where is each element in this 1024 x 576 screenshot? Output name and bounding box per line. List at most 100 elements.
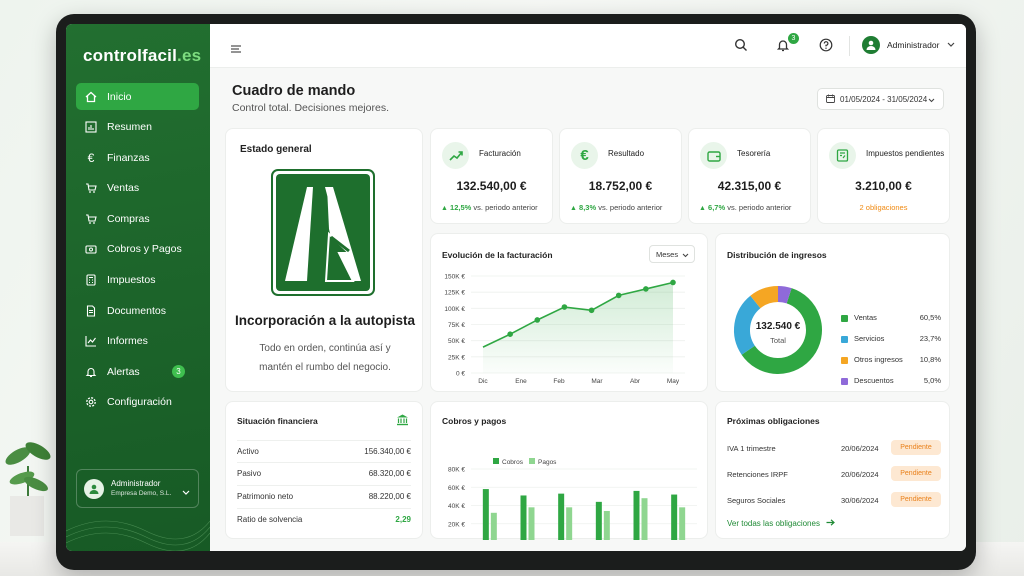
estado-message: Incorporación a la autopista: [234, 313, 416, 328]
legend-label: Otros ingresos: [854, 355, 903, 364]
y-tick-label: 40K €: [448, 503, 465, 510]
legend-item: Servicios 23,7%: [841, 334, 941, 346]
obligation-name: IVA 1 trimestre: [727, 444, 776, 453]
kpi-card-facturacion[interactable]: Facturación 132.540,00 € ▲ 12,5% vs. per…: [430, 128, 553, 224]
sidebar-item-label: Configuración: [107, 396, 172, 409]
kpi-change-pct: 8,3%: [579, 203, 597, 212]
main-content: 3 Administrador Cuadro de mando Control …: [210, 24, 966, 551]
dashboard-screen: controlfacil.es Inicio Resumen € Finanza…: [66, 24, 966, 551]
legend-value: 5,0%: [923, 376, 941, 385]
y-tick-label: 25K €: [448, 354, 465, 361]
notification-count-badge: 3: [788, 33, 799, 44]
x-tick-label: May: [667, 378, 680, 385]
estado-description-line: Todo en orden, continúa así y: [259, 343, 391, 354]
obligation-row[interactable]: Seguros Sociales 30/06/2024 Pendiente: [727, 490, 945, 516]
finance-row-label: Patrimonio neto: [237, 492, 294, 501]
legend-swatch: [841, 336, 848, 343]
kpi-value: 42.315,00 €: [717, 179, 782, 193]
legend-value: 60,5%: [919, 313, 941, 322]
kpi-change: ▲ 12,5% vs. periodo anterior: [441, 203, 538, 212]
x-tick-label: Mar: [591, 378, 603, 385]
sidebar-item-label: Documentos: [107, 304, 166, 317]
legend-label: Cobros: [502, 459, 524, 466]
obligation-name: Seguros Sociales: [727, 496, 786, 505]
user-menu[interactable]: Administrador: [862, 36, 955, 54]
y-tick-label: 100K €: [444, 306, 465, 313]
legend-item: Ventas 60,5%: [841, 313, 941, 325]
bar: [528, 507, 535, 540]
bar: [566, 507, 573, 540]
kpi-label: Tesorería: [737, 149, 771, 158]
brand-logo[interactable]: controlfacil.es: [83, 46, 201, 66]
finance-row-label: Activo: [237, 447, 259, 456]
finance-row-label: Ratio de solvencia: [237, 515, 303, 524]
menu-icon[interactable]: [230, 41, 242, 59]
estado-description-line: mantén el rumbo del negocio.: [259, 362, 391, 373]
cart-icon: [84, 181, 98, 195]
date-range-picker[interactable]: 01/05/2024 - 31/05/2024: [817, 88, 944, 110]
y-tick-label: 20K €: [448, 521, 465, 528]
obligation-date: 20/06/2024: [841, 444, 879, 453]
sidebar-item-resumen[interactable]: Resumen: [76, 114, 199, 141]
sidebar-item-informes[interactable]: Informes: [76, 328, 199, 355]
user-menu-name: Administrador: [887, 40, 940, 50]
legend-swatch: [841, 357, 848, 364]
sidebar-item-cobros-pagos[interactable]: Cobros y Pagos: [76, 236, 199, 263]
sidebar-item-inicio[interactable]: Inicio: [76, 83, 199, 110]
billing-point: [507, 331, 513, 337]
status-badge: Pendiente: [891, 440, 941, 455]
kpi-card-resultado[interactable]: € Resultado 18.752,00 € ▲ 8,3% vs. perio…: [559, 128, 682, 224]
card-title: Próximas obligaciones: [727, 416, 820, 426]
sidebar-item-impuestos[interactable]: Impuestos: [76, 267, 199, 294]
y-tick-label: 0 €: [456, 371, 465, 378]
legend-swatch: [493, 458, 499, 464]
topbar-divider: [849, 36, 850, 56]
obligation-row[interactable]: IVA 1 trimestre 20/06/2024 Pendiente: [727, 438, 945, 464]
document-icon: [84, 304, 98, 318]
finance-row-value: 68.320,00 €: [368, 469, 411, 478]
kpi-card-impuestos[interactable]: Impuestos pendientes 3.210,00 € 2 obliga…: [817, 128, 950, 224]
sidebar-wave-decoration: [66, 520, 210, 551]
bar: [558, 493, 565, 540]
obligation-date: 20/06/2024: [841, 470, 879, 479]
chart-bars-icon: [84, 120, 98, 134]
sidebar-item-alertas[interactable]: Alertas 3: [76, 358, 199, 385]
sidebar-item-configuracion[interactable]: Configuración: [76, 389, 199, 416]
legend-value: 10,8%: [919, 355, 941, 364]
billing-point: [534, 317, 541, 323]
bar: [482, 489, 489, 540]
obligation-date: 30/06/2024: [841, 496, 879, 505]
billing-area: [483, 282, 673, 373]
kpi-label: Resultado: [608, 149, 645, 158]
status-badge: Pendiente: [891, 466, 941, 481]
card-title: Estado general: [240, 144, 312, 155]
sidebar-item-label: Informes: [107, 335, 148, 348]
alert-count-badge: 3: [172, 365, 185, 379]
x-tick-label: Abr: [630, 378, 641, 385]
legend-swatch: [841, 378, 848, 385]
topbar: 3 Administrador: [210, 24, 966, 68]
obligation-row[interactable]: Retenciones IRPF 20/06/2024 Pendiente: [727, 464, 945, 490]
billing-point: [615, 292, 622, 299]
sidebar-item-documentos[interactable]: Documentos: [76, 297, 199, 324]
kpi-card-tesoreria[interactable]: Tesorería 42.315,00 € ▲ 6,7% vs. periodo…: [688, 128, 811, 224]
sidebar-item-label: Finanzas: [107, 151, 150, 164]
bar: [641, 498, 648, 540]
sidebar-item-ventas[interactable]: Ventas: [76, 175, 199, 202]
finance-row-value: 88.220,00 €: [368, 492, 411, 501]
kpi-label: Impuestos pendientes: [866, 149, 945, 158]
legend-item: Descuentos 5,0%: [841, 376, 941, 388]
sidebar-user-name: Administrador: [111, 478, 161, 488]
kpi-value: 132.540,00 €: [456, 179, 527, 193]
legend-label: Descuentos: [854, 376, 894, 385]
sidebar-item-finanzas[interactable]: € Finanzas: [76, 144, 199, 171]
home-icon: [84, 90, 98, 104]
y-tick-label: 150K €: [444, 274, 465, 281]
billing-point: [643, 286, 649, 292]
help-icon[interactable]: [819, 38, 833, 57]
search-icon[interactable]: [734, 38, 748, 57]
sidebar-item-label: Cobros y Pagos: [107, 243, 182, 256]
view-all-obligations-link[interactable]: Ver todas las obligaciones: [727, 519, 835, 528]
sidebar-item-compras[interactable]: Compras: [76, 205, 199, 232]
estado-general-card: Estado general Incorporación a la autopi…: [225, 128, 423, 392]
